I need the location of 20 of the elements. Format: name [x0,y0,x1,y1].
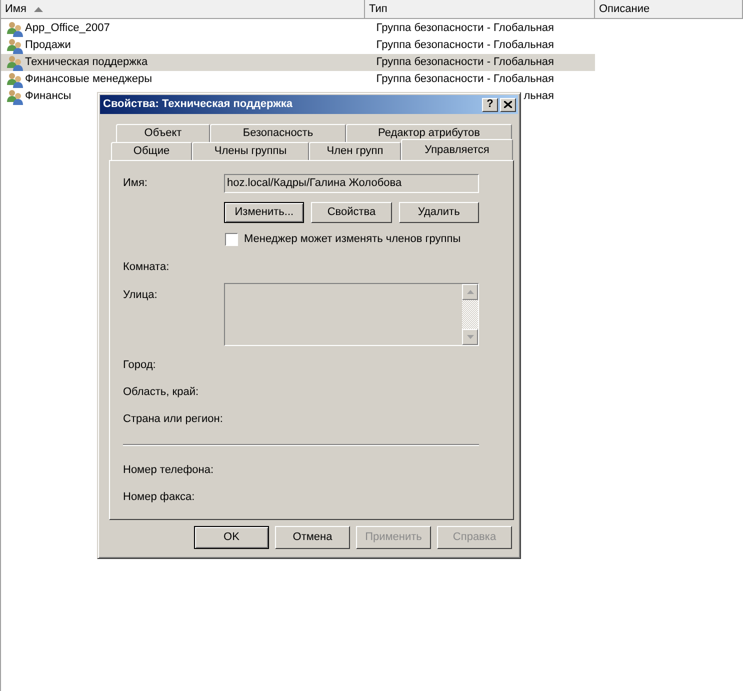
group-type: Группа безопасности - Глобальная [376,72,554,88]
field-label: Улица: [123,288,158,303]
field-label: Номер факса: [123,490,195,506]
group-type: Группа безопасности - Глобальная [376,21,554,36]
group-name: Финансы [25,89,72,104]
field-label: Номер телефона: [123,463,214,478]
field-label: Область, край: [123,385,199,400]
group-name: Финансовые менеджеры [25,72,152,88]
window-title: Свойства: Техническая поддержка [103,97,293,112]
group-type: Группа безопасности - Глобальная [376,55,554,70]
group-type: льная [524,89,554,104]
group-name: Продажи [25,38,71,54]
field-label: Имя: [123,176,148,192]
group-name: App_Office_2007 [25,21,110,36]
group-name: Техническая поддержка [25,55,148,70]
checkbox-label: Менеджер может изменять членов группы [244,232,461,247]
field-label: Комната: [123,260,170,276]
field-label: Страна или регион: [123,412,223,428]
field-label: Город: [123,358,156,374]
group-type: Группа безопасности - Глобальная [376,38,554,54]
